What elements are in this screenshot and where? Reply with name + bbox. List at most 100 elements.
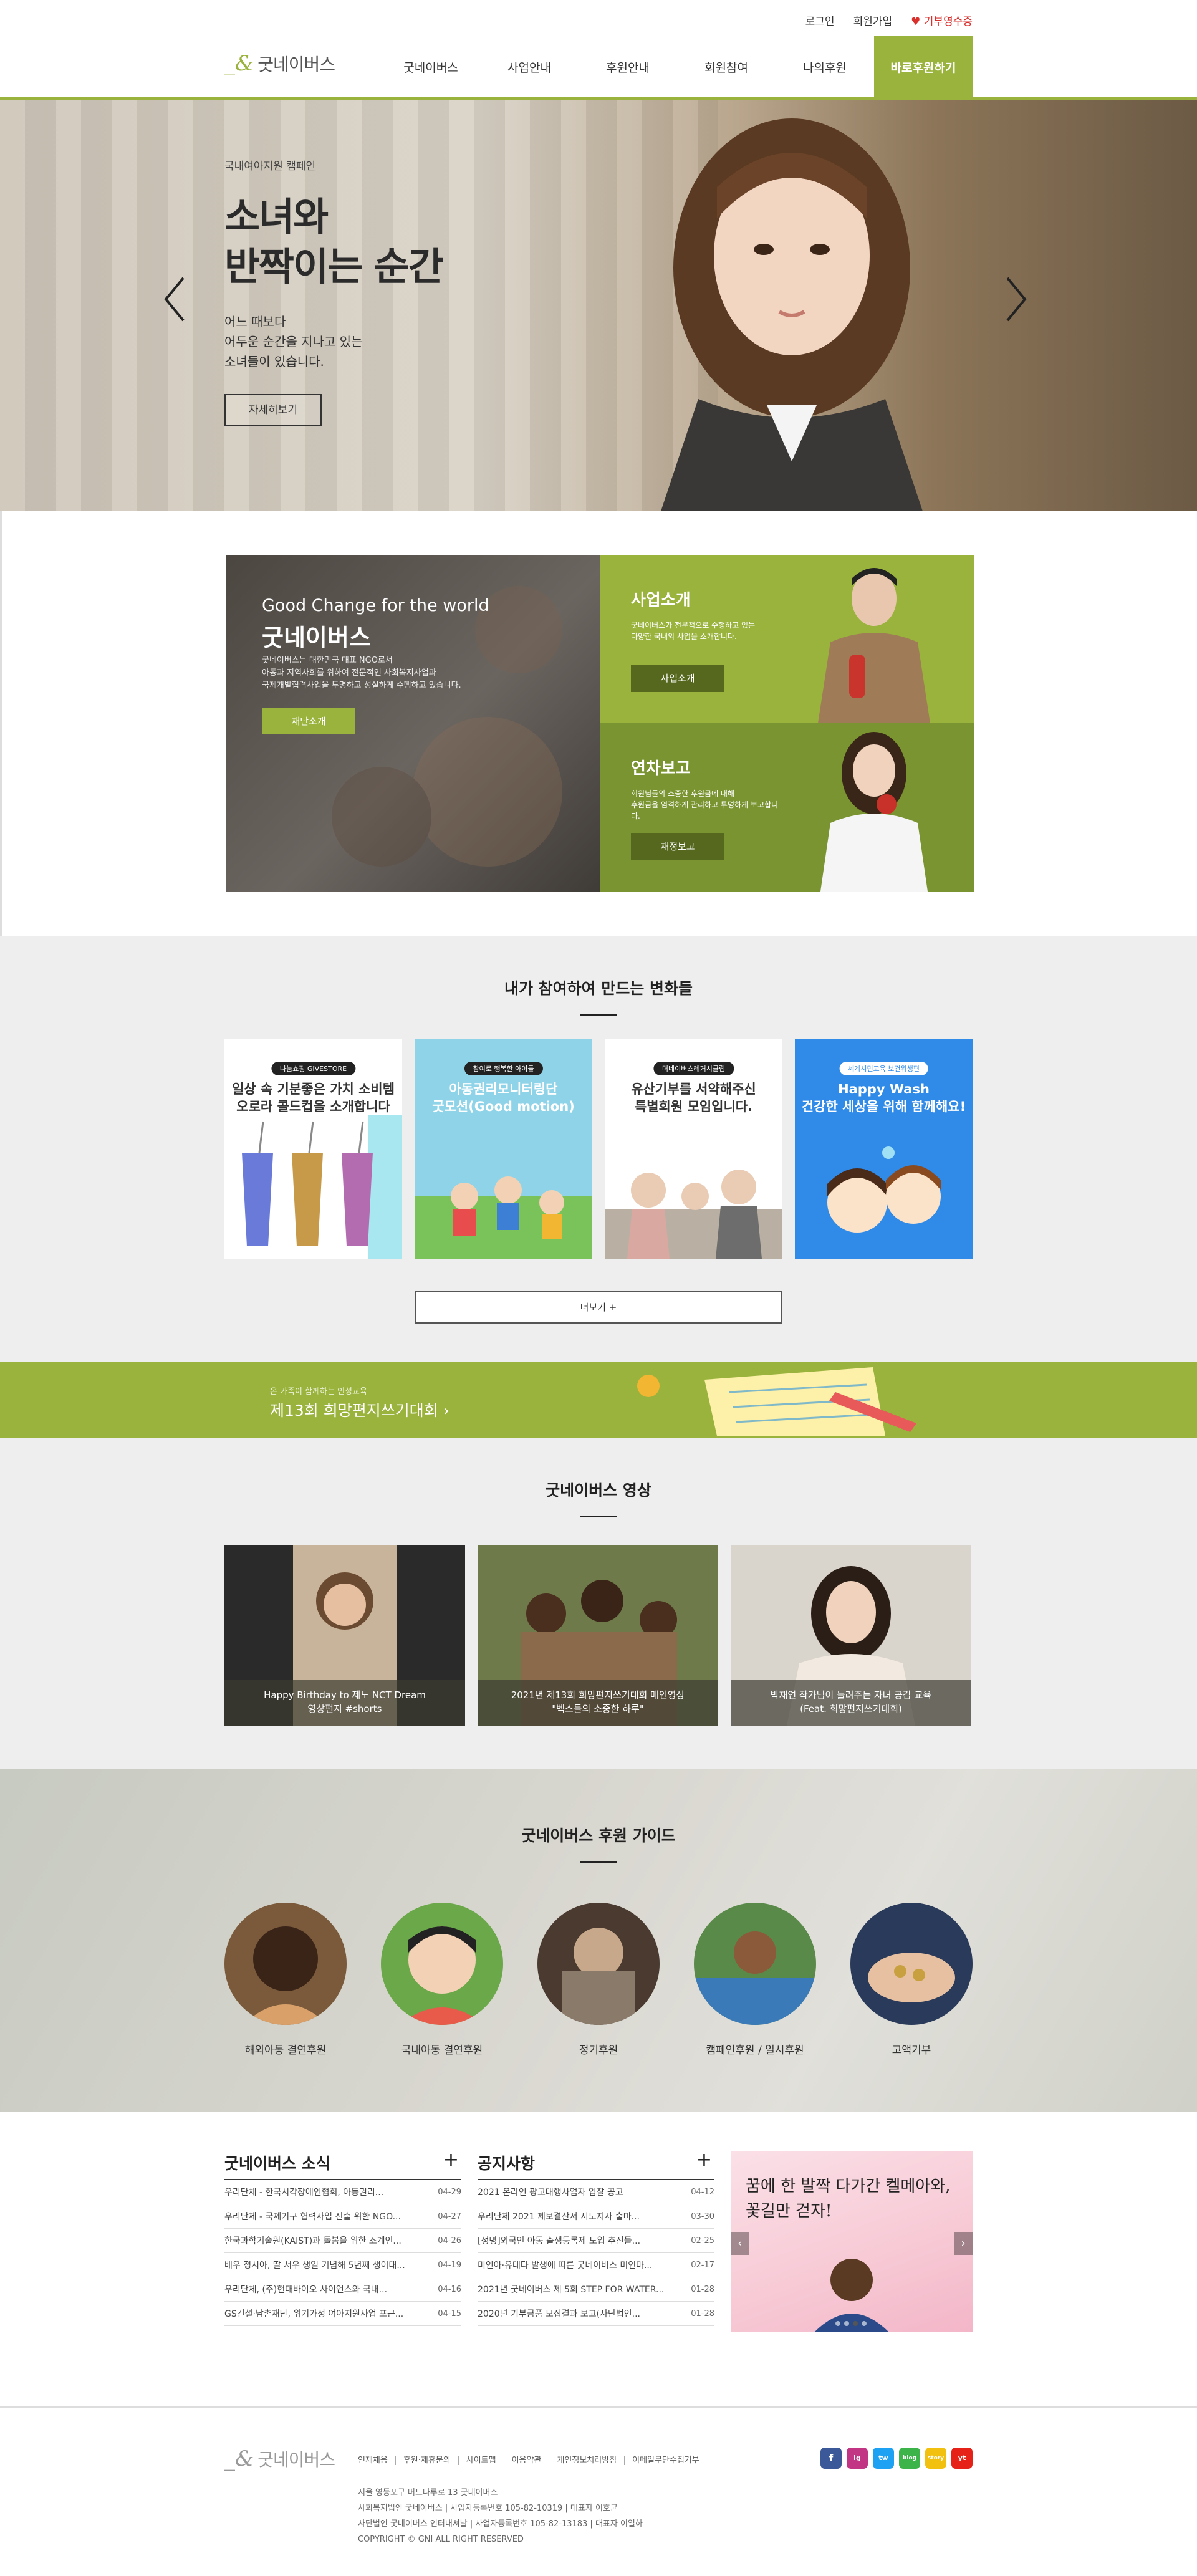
guide-major-gift[interactable]: 고액기부 (850, 1903, 973, 2057)
report-desc-line: 회원님들의 소중한 후원금에 대해 (631, 789, 735, 798)
guide-regular[interactable]: 정기후원 (537, 1903, 660, 2057)
nav-my-donation[interactable]: 나의후원 (776, 36, 874, 100)
report-button[interactable]: 재정보고 (631, 833, 724, 860)
nav-goodneighbors[interactable]: 굿네이버스 (382, 36, 480, 100)
hero-banner: 국내여아지원 캠페인 소녀와 반짝이는 순간 어느 때보다 어두운 순간을 지나고… (0, 100, 1197, 511)
hero-description: 어느 때보다 어두운 순간을 지나고 있는 소녀들이 있습니다. (224, 312, 474, 372)
plus-icon[interactable]: + (443, 2149, 459, 2171)
news-item[interactable]: 배우 정시아, 딸 서우 생일 기념해 5년째 생이대... 04-19 (224, 2253, 461, 2277)
footer-link-sitemap[interactable]: 사이트맵 (459, 2456, 504, 2465)
news-item[interactable]: 우리단체 - 국제기구 협력사업 진출 위한 NGO... 04-27 (224, 2204, 461, 2229)
guide-photo (537, 1903, 660, 2025)
foundation-button[interactable]: 재단소개 (262, 708, 355, 734)
instagram-icon[interactable]: ig (847, 2448, 868, 2469)
video-caption: 2021년 제13회 희망편지쓰기대회 메인영상 "벡스들의 소중한 하루" (478, 1680, 718, 1726)
video-title: 굿네이버스 영상 (546, 1481, 651, 1499)
intro-desc-line: 아동과 지역사회를 위하여 전문적인 사회복지사업과 (262, 668, 436, 678)
footer-link-privacy[interactable]: 개인정보처리방침 (549, 2456, 625, 2465)
guide-overseas-child[interactable]: 해외아동 결연후원 (224, 1903, 347, 2057)
notice-text: [성명]외국인 아동 출생등록제 도입 추진들... (478, 2236, 641, 2246)
card-givestore[interactable]: 나눔쇼핑 GIVESTORE 일상 속 기분좋은 가치 소비템 오로라 콜드컵을 … (224, 1039, 402, 1259)
slide-dot[interactable] (853, 2321, 858, 2326)
video-item[interactable]: 2021년 제13회 희망편지쓰기대회 메인영상 "벡스들의 소중한 하루" (478, 1545, 718, 1726)
news-text: 한국과학기술원(KAIST)과 돌봄을 위한 조계인... (224, 2236, 401, 2246)
notice-item[interactable]: [성명]외국인 아동 출생등록제 도입 추진들... 02-25 (478, 2229, 714, 2253)
card-badge: 더네이버스레거시클럽 (653, 1062, 734, 1075)
promo-next-icon[interactable]: › (954, 2232, 973, 2255)
footer-link-careers[interactable]: 인재채용 (358, 2456, 396, 2465)
guide-label: 정기후원 (579, 2044, 618, 2057)
join-link[interactable]: 회원가입 (853, 12, 893, 28)
news-text: 우리단체, (주)현대바이오 사이언스와 국내... (224, 2285, 388, 2295)
participate-more-button[interactable]: 더보기 + (415, 1291, 782, 1324)
slide-dot[interactable] (862, 2321, 867, 2326)
banner-title: 제13회 희망편지쓰기대회 › (270, 1401, 449, 1420)
kakao-story-icon[interactable]: story (925, 2448, 946, 2469)
twitter-icon[interactable]: tw (873, 2448, 894, 2469)
card-title-line: 일상 속 기분좋은 가치 소비템 (231, 1082, 395, 1097)
youtube-icon[interactable]: yt (951, 2448, 973, 2469)
hero-category: 국내여아지원 캠페인 (224, 160, 316, 173)
card-title: Happy Wash 건강한 세상을 위해 함께해요! (795, 1080, 973, 1115)
plus-icon[interactable]: + (696, 2149, 712, 2171)
news-item[interactable]: 한국과학기술원(KAIST)과 돌봄을 위한 조계인... 04-26 (224, 2229, 461, 2253)
card-legacy[interactable]: 더네이버스레거시클럽 유산기부를 서약해주신 특별회원 모임입니다. (605, 1039, 782, 1259)
footer-link-terms[interactable]: 이용약관 (504, 2456, 550, 2465)
news-title: 굿네이버스 소식 (224, 2155, 330, 2173)
news-item[interactable]: 우리단체, (주)현대바이오 사이언스와 국내... 04-16 (224, 2277, 461, 2302)
card-title-line: 굿모션(Good motion) (432, 1099, 575, 1114)
news-item[interactable]: GS건설·남촌재단, 위기가정 여아지원사업 포근... 04-15 (224, 2302, 461, 2326)
caption-line: 박재연 작가님이 들려주는 자녀 공감 교육 (770, 1689, 932, 1701)
facebook-icon[interactable]: f (820, 2448, 842, 2469)
card-goodmotion[interactable]: 참여로 행복한 아이들 아동권리모니터링단 굿모션(Good motion) (415, 1039, 592, 1259)
utility-bar: 로그인 회원가입 ♥ 기부영수증 (224, 0, 973, 36)
promo-slider[interactable]: 꿈에 한 발짝 다가간 켈메아와, 꽃길만 걷자! ‹ › (731, 2151, 973, 2332)
news-date: 04-27 (438, 2211, 461, 2221)
slide-dot[interactable] (844, 2321, 849, 2326)
footer-logo[interactable]: _& 굿네이버스 (224, 2446, 335, 2471)
logo[interactable]: _& 굿네이버스 (224, 51, 335, 76)
footer-link-partnership[interactable]: 후원·제휴문의 (396, 2456, 459, 2465)
caption-line: 영상편지 #shorts (307, 1703, 382, 1714)
chevron-right-icon[interactable] (1004, 274, 1029, 324)
business-button[interactable]: 사업소개 (631, 665, 724, 692)
family-image (605, 1170, 782, 1259)
nav-business[interactable]: 사업안내 (480, 36, 579, 100)
footer-copyright: COPYRIGHT © GNI ALL RIGHT RESERVED (358, 2535, 524, 2544)
notice-item[interactable]: 2021 온라인 광고대행사업자 입찰 공고 04-12 (478, 2180, 714, 2204)
card-happywash[interactable]: 세계시민교육 보건위생편 Happy Wash 건강한 세상을 위해 함께해요! (795, 1039, 973, 1259)
receipt-link[interactable]: ♥ 기부영수증 (911, 12, 973, 28)
main-nav: 굿네이버스 사업안내 후원안내 회원참여 나의후원 바로후원하기 (382, 36, 973, 100)
video-item[interactable]: Happy Birthday to 제노 NCT Dream 영상편지 #shor… (224, 1545, 465, 1726)
slide-dot[interactable] (835, 2321, 840, 2326)
guide-domestic-child[interactable]: 국내아동 결연후원 (381, 1903, 503, 2057)
news-item[interactable]: 우리단체 - 한국시각장애인협회, 아동권리... 04-29 (224, 2180, 461, 2204)
notice-item[interactable]: 2021년 굿네이버스 제 5회 STEP FOR WATER... 01-28 (478, 2277, 714, 2302)
notice-item[interactable]: 미인아·유데타 발생에 따른 굿네이버스 미인마... 02-17 (478, 2253, 714, 2277)
guide-campaign[interactable]: 캠페인후원 / 일시후원 (694, 1903, 816, 2057)
promo-prev-icon[interactable]: ‹ (731, 2232, 749, 2255)
video-item[interactable]: 박재연 작가님이 들려주는 자녀 공감 교육 (Feat. 희망편지쓰기대회) (731, 1545, 971, 1726)
hero-title-line2: 반짝이는 순간 (224, 244, 444, 289)
banner-subtitle: 온 가족이 함께하는 인성교육 (270, 1387, 367, 1396)
report-description: 회원님들의 소중한 후원금에 대해후원금을 엄격하게 관리하고 투명하게 보고합… (631, 788, 787, 822)
nav-membership[interactable]: 회원참여 (677, 36, 776, 100)
blog-icon[interactable]: blog (899, 2448, 920, 2469)
footer-link-email-policy[interactable]: 이메일무단수집거부 (625, 2456, 707, 2465)
card-title-line: 특별회원 모임입니다. (634, 1099, 753, 1114)
letter-contest-banner[interactable]: 온 가족이 함께하는 인성교육 제13회 희망편지쓰기대회 › (0, 1362, 1197, 1438)
report-desc-line: 후원금을 엄격하게 관리하고 투명하게 보고합니다. (631, 800, 779, 820)
news-section: 굿네이버스 소식 + 우리단체 - 한국시각장애인협회, 아동권리... 04-29… (0, 2112, 1197, 2411)
donate-now-button[interactable]: 바로후원하기 (874, 36, 973, 100)
sns-links: f ig tw blog story yt (820, 2448, 973, 2469)
chevron-left-icon[interactable] (162, 274, 187, 324)
intro-name: 굿네이버스 (262, 624, 371, 651)
notice-item[interactable]: 2020년 기부금품 모집결과 보고(사단법인... 01-28 (478, 2302, 714, 2326)
nav-donation-guide[interactable]: 후원안내 (579, 36, 677, 100)
logo-mark-icon: _& (224, 2446, 254, 2471)
promo-child-image (814, 2259, 889, 2332)
login-link[interactable]: 로그인 (805, 12, 835, 28)
logo-text: 굿네이버스 (257, 54, 335, 75)
hero-more-button[interactable]: 자세히보기 (224, 394, 322, 426)
notice-item[interactable]: 우리단체 2021 제보결산서 시도지사 출마... 03-30 (478, 2204, 714, 2229)
